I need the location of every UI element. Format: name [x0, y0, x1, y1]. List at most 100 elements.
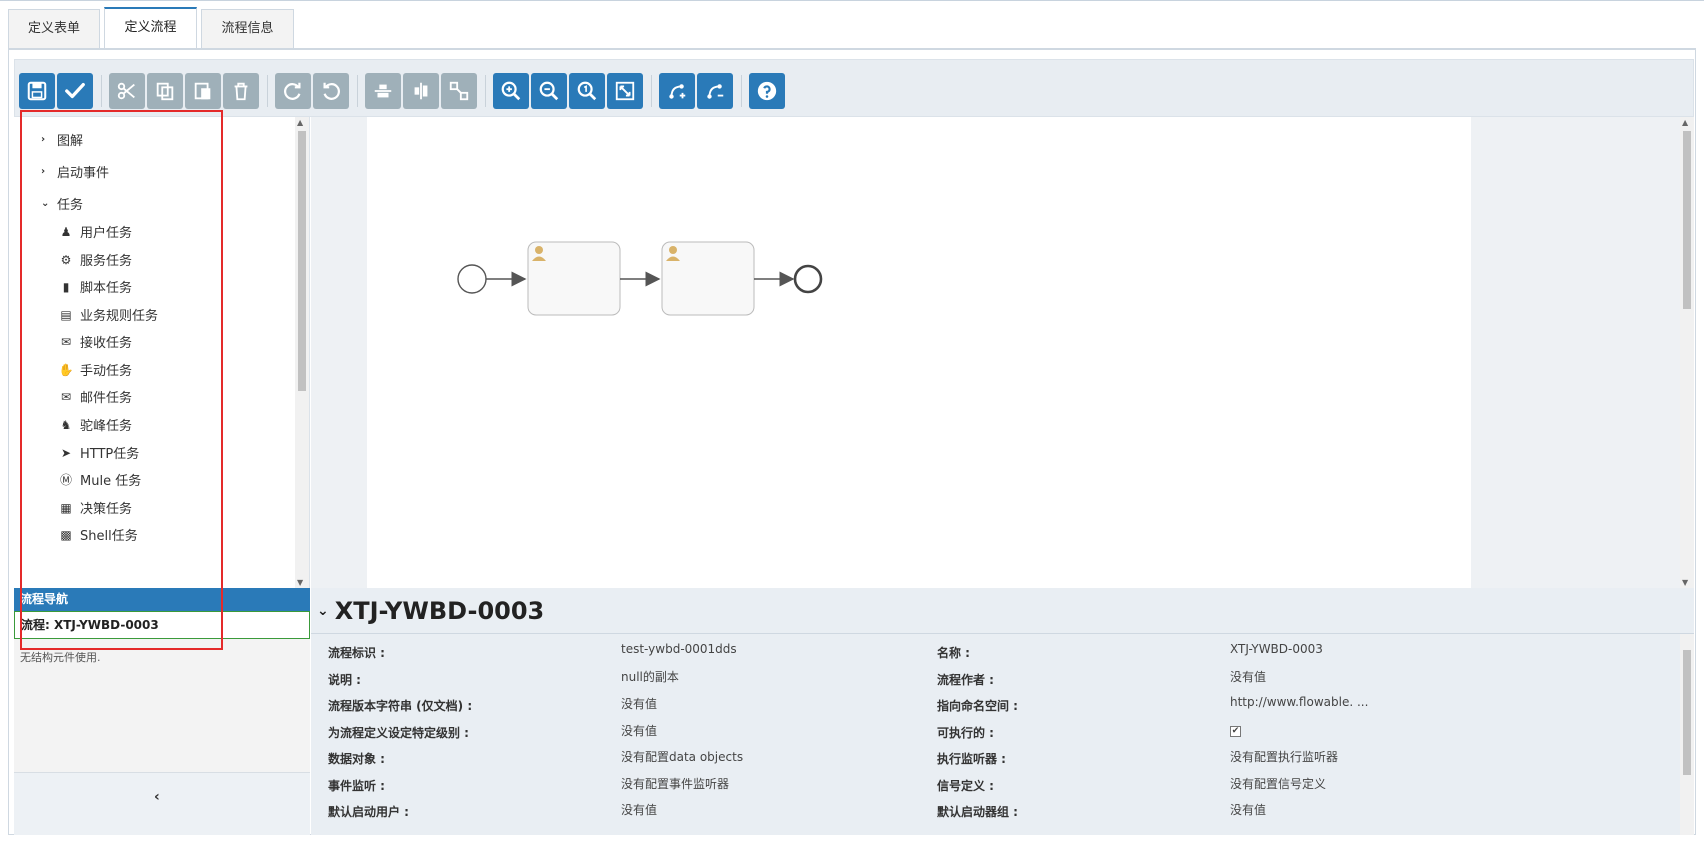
canvas-area: ▲ ▼	[311, 117, 1694, 588]
align-horizontal-icon	[374, 84, 392, 98]
prop-label: 信号定义 :	[937, 779, 994, 793]
zoom-in-button[interactable]	[493, 73, 529, 109]
toolbar-separator	[357, 75, 358, 107]
user-icon: ♟	[60, 224, 72, 239]
executable-checkbox[interactable]: ✔	[1230, 722, 1241, 737]
user-task-2[interactable]	[661, 241, 755, 316]
shape-palette: › 图解 › 启动事件 ⌄ 任务 ♟ 用户任务 ⚙ 服务任务 ▮ 脚本任务 ▤ 业务规则任务 …	[14, 117, 310, 588]
scroll-up-icon[interactable]: ▲	[1682, 118, 1688, 127]
zoom-out-button[interactable]	[531, 73, 567, 109]
prop-value[interactable]: 没有值	[621, 801, 657, 818]
redo-button[interactable]	[275, 73, 311, 109]
scrollbar-thumb[interactable]	[1683, 650, 1691, 775]
palette-item-http-task[interactable]: ➤ HTTP任务	[58, 443, 139, 463]
check-icon	[65, 82, 85, 99]
canvas-scrollbar[interactable]: ▲ ▼	[1680, 117, 1694, 588]
delete-button[interactable]	[223, 73, 259, 109]
gear-icon: ⚙	[60, 252, 72, 267]
palette-item-mule-task[interactable]: Ⓜ Mule 任务	[58, 470, 141, 489]
help-button[interactable]	[749, 73, 785, 109]
palette-item-camel-task[interactable]: ♞ 驼峰任务	[58, 415, 133, 435]
rocket-icon: ➤	[60, 445, 72, 460]
prop-value[interactable]: 没有配置执行监听器	[1230, 748, 1338, 765]
prop-value[interactable]: 没有值	[621, 695, 657, 712]
prop-label: 默认启动器组 :	[937, 805, 1018, 819]
camel-icon: ♞	[60, 417, 72, 432]
scroll-up-icon[interactable]: ▲	[297, 118, 303, 127]
palette-group-label: 启动事件	[57, 166, 110, 181]
scrollbar-thumb[interactable]	[1683, 131, 1691, 309]
prop-label: 名称 :	[937, 646, 970, 660]
tab-process-info[interactable]: 流程信息	[201, 9, 294, 48]
properties-header[interactable]: ⌄ XTJ-YWBD-0003	[311, 588, 1694, 634]
validate-button[interactable]	[57, 73, 93, 109]
chevron-down-icon: ⌄	[41, 198, 50, 209]
prop-value[interactable]: 没有配置事件监听器	[621, 775, 729, 792]
paste-icon	[194, 82, 211, 100]
undo-button[interactable]	[313, 73, 349, 109]
prop-value[interactable]: 没有值	[1230, 668, 1266, 685]
scroll-down-icon[interactable]: ▼	[297, 578, 303, 587]
undo-icon	[323, 82, 340, 100]
prop-value[interactable]: http://www.flowable. ...	[1230, 695, 1368, 709]
palette-group-start-events[interactable]: › 启动事件	[41, 162, 109, 181]
palette-item-manual-task[interactable]: ✋ 手动任务	[58, 360, 133, 380]
remove-bendpoint-button[interactable]	[697, 73, 733, 109]
palette-scrollbar[interactable]: ▲ ▼	[295, 117, 309, 588]
grid-icon: ▦	[60, 500, 72, 515]
delete-icon	[234, 82, 248, 101]
add-bendpoint-button[interactable]	[659, 73, 695, 109]
palette-item-shell-task[interactable]: ▩ Shell任务	[58, 525, 137, 545]
top-border	[0, 0, 1704, 1]
copy-icon	[156, 82, 174, 101]
cut-button[interactable]	[109, 73, 145, 109]
align-horizontal-button[interactable]	[365, 73, 401, 109]
properties-title: XTJ-YWBD-0003	[334, 596, 545, 625]
palette-group-tasks[interactable]: ⌄ 任务	[41, 194, 83, 213]
prop-value[interactable]: 没有值	[1230, 801, 1266, 818]
align-vertical-button[interactable]	[403, 73, 439, 109]
scrollbar-thumb[interactable]	[298, 131, 306, 391]
chevron-right-icon: ›	[41, 166, 46, 177]
prop-value[interactable]: XTJ-YWBD-0003	[1230, 642, 1323, 656]
palette-item-decision-task[interactable]: ▦ 决策任务	[58, 498, 132, 518]
start-event[interactable]	[457, 264, 487, 294]
process-canvas[interactable]	[367, 117, 1471, 588]
paste-button[interactable]	[185, 73, 221, 109]
palette-group-diagram[interactable]: › 图解	[41, 130, 83, 149]
prop-label: 流程作者 :	[937, 673, 994, 687]
end-event[interactable]	[793, 264, 823, 294]
copy-button[interactable]	[147, 73, 183, 109]
prop-value[interactable]: null的副本	[621, 668, 679, 685]
navigation-note: 无结构元件使用.	[20, 651, 101, 664]
scroll-down-icon[interactable]: ▼	[1682, 578, 1688, 587]
script-icon: ▮	[62, 279, 70, 294]
prop-label: 事件监听 :	[328, 779, 385, 793]
tab-define-process[interactable]: 定义流程	[104, 7, 197, 48]
palette-item-business-rule-task[interactable]: ▤ 业务规则任务	[58, 305, 158, 325]
prop-value[interactable]: test-ywbd-0001dds	[621, 642, 737, 656]
palette-item-script-task[interactable]: ▮ 脚本任务	[58, 277, 132, 297]
prop-value[interactable]: 没有值	[621, 722, 657, 739]
collapse-panel-button[interactable]: ‹	[14, 772, 310, 835]
save-button[interactable]	[19, 73, 55, 109]
palette-item-label: 驼峰任务	[80, 419, 133, 434]
palette-item-service-task[interactable]: ⚙ 服务任务	[58, 250, 133, 270]
prop-value[interactable]: 没有配置data objects	[621, 748, 743, 765]
palette-item-mail-task[interactable]: ✉ 邮件任务	[58, 387, 132, 407]
prop-label: 流程标识 :	[328, 646, 385, 660]
palette-item-receive-task[interactable]: ✉ 接收任务	[58, 332, 132, 352]
editor-frame: › 图解 › 启动事件 ⌄ 任务 ♟ 用户任务 ⚙ 服务任务 ▮ 脚本任务 ▤ 业务规则任务 …	[8, 49, 1696, 835]
user-task-1[interactable]	[527, 241, 621, 316]
resize-button[interactable]	[441, 73, 477, 109]
palette-item-user-task[interactable]: ♟ 用户任务	[58, 222, 132, 242]
navigation-current-process[interactable]: 流程: XTJ-YWBD-0003	[14, 611, 310, 639]
toolbar	[14, 59, 1694, 117]
tab-define-form[interactable]: 定义表单	[8, 9, 100, 48]
palette-item-label: 服务任务	[80, 254, 133, 269]
prop-label: 说明 :	[328, 673, 361, 687]
prop-value[interactable]: 没有配置信号定义	[1230, 775, 1326, 792]
properties-scrollbar[interactable]	[1680, 634, 1694, 835]
fit-screen-button[interactable]	[607, 73, 643, 109]
zoom-actual-button[interactable]	[569, 73, 605, 109]
